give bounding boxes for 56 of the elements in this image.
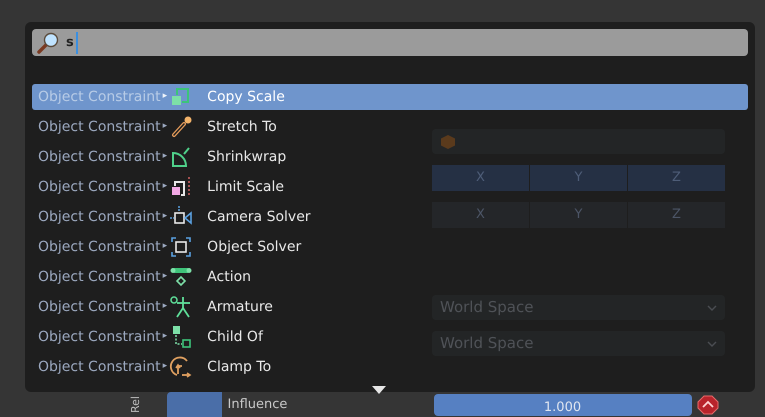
search-icon bbox=[36, 32, 60, 54]
category-label: Object Constraint bbox=[38, 178, 161, 196]
action-icon bbox=[169, 265, 194, 289]
result-name: Armature bbox=[207, 298, 273, 316]
result-name: Clamp To bbox=[207, 358, 272, 376]
target-field[interactable] bbox=[432, 129, 725, 154]
breadcrumb-arrow-icon: ▸ bbox=[162, 300, 168, 314]
breadcrumb-arrow-icon: ▸ bbox=[162, 240, 168, 254]
category-label: Object Constraint bbox=[38, 358, 161, 376]
result-name: Shrinkwrap bbox=[207, 148, 286, 166]
breadcrumb-arrow-icon: ▸ bbox=[162, 270, 168, 284]
breadcrumb-arrow-icon: ▸ bbox=[162, 120, 168, 134]
search-result-item[interactable]: Object Constraint▸ Child Of bbox=[32, 322, 432, 352]
category-label: Object Constraint bbox=[38, 148, 161, 166]
search-result-item[interactable]: Object Constraint▸ Copy Scale bbox=[32, 84, 748, 110]
result-name: Stretch To bbox=[207, 118, 277, 136]
search-result-item[interactable]: Object Constraint▸ Clamp To bbox=[32, 352, 432, 382]
chevron-down-icon bbox=[707, 340, 717, 346]
category-label: Object Constraint bbox=[38, 238, 161, 256]
category-label: Object Constraint bbox=[38, 88, 161, 106]
search-result-item[interactable]: Object Constraint▸ Armature bbox=[32, 292, 432, 322]
search-result-item[interactable]: Object Constraint▸ Camera Solver bbox=[32, 202, 432, 232]
category-label: Object Constraint bbox=[38, 298, 161, 316]
result-name: Limit Scale bbox=[207, 178, 284, 196]
result-name: Copy Scale bbox=[207, 88, 285, 106]
clamp-icon bbox=[169, 355, 194, 379]
search-result-item[interactable]: Object Constraint▸ Limit Scale bbox=[32, 172, 432, 202]
cube-icon bbox=[440, 134, 456, 150]
influence-label: Influence bbox=[228, 396, 288, 414]
category-label: Object Constraint bbox=[38, 208, 161, 226]
scroll-down-icon[interactable] bbox=[372, 386, 386, 394]
breadcrumb-arrow-icon: ▸ bbox=[162, 210, 168, 224]
search-result-item[interactable]: Object Constraint▸ Object Solver bbox=[32, 232, 432, 262]
influence-slider[interactable]: 1.000 bbox=[434, 394, 692, 416]
breadcrumb-arrow-icon: ▸ bbox=[162, 360, 168, 374]
search-result-item[interactable]: Object Constraint▸ Stretch To bbox=[32, 112, 432, 142]
breadcrumb-arrow-icon: ▸ bbox=[162, 180, 168, 194]
category-label: Object Constraint bbox=[38, 328, 161, 346]
breadcrumb-arrow-icon: ▸ bbox=[162, 90, 168, 104]
chevron-down-icon bbox=[707, 304, 717, 310]
category-label: Object Constraint bbox=[38, 118, 161, 136]
breadcrumb-arrow-icon: ▸ bbox=[162, 150, 168, 164]
search-text: s bbox=[66, 32, 78, 54]
object-solver-icon bbox=[169, 235, 194, 259]
result-name: Object Solver bbox=[207, 238, 302, 256]
search-result-item[interactable]: Object Constraint▸ Action bbox=[32, 262, 432, 292]
result-name: Child Of bbox=[207, 328, 263, 346]
stretch-icon bbox=[169, 115, 194, 139]
result-name: Camera Solver bbox=[207, 208, 311, 226]
result-name: Action bbox=[207, 268, 252, 286]
search-field[interactable]: s bbox=[32, 29, 748, 56]
breadcrumb-arrow-icon: ▸ bbox=[162, 330, 168, 344]
disable-keep-icon[interactable] bbox=[696, 394, 718, 414]
panel-tab-label[interactable]: Rel bbox=[128, 392, 144, 417]
category-label: Object Constraint bbox=[38, 268, 161, 286]
search-result-item[interactable]: Object Constraint▸ Shrinkwrap bbox=[32, 142, 432, 172]
